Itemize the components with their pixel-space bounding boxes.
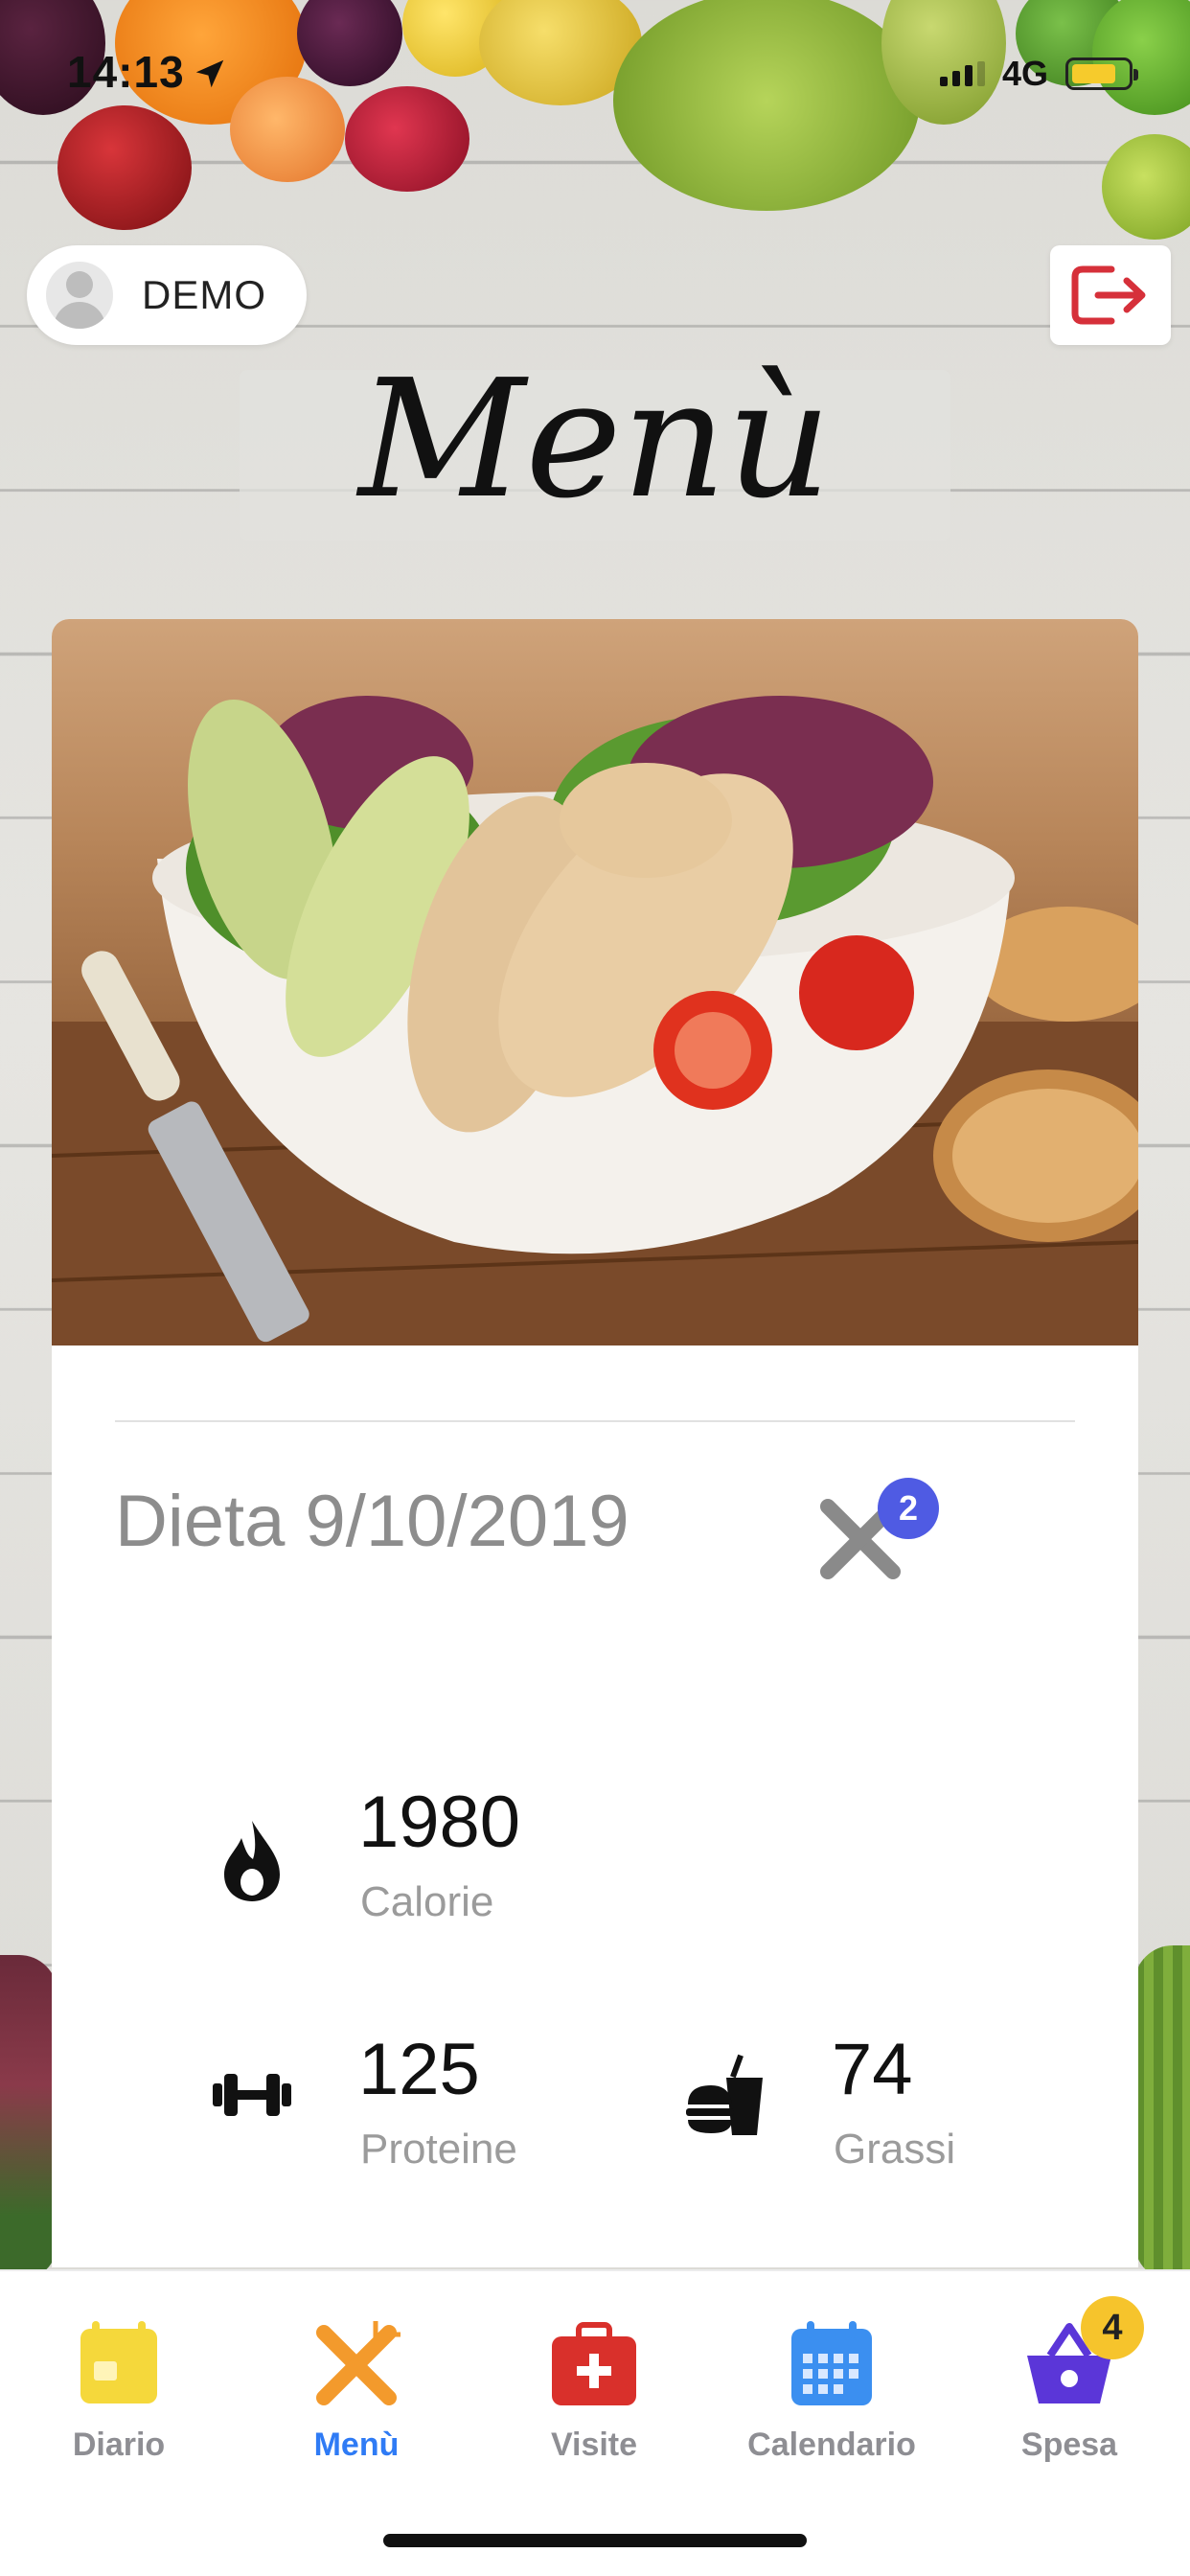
burger-icon: [686, 2054, 763, 2135]
diet-card[interactable]: Dieta 9/10/2019 2 1980 Calorie 125 Prote…: [52, 619, 1138, 2267]
basket-icon: 4: [1021, 2296, 1144, 2413]
calendar-icon: [784, 2317, 880, 2413]
logout-button[interactable]: [1050, 245, 1171, 345]
tab-spesa[interactable]: 4 Spesa: [973, 2296, 1165, 2480]
user-profile-button[interactable]: DEMO: [27, 245, 307, 345]
tab-diario[interactable]: Diario: [23, 2317, 215, 2480]
battery-icon: [1065, 58, 1138, 90]
meals-indicator[interactable]: 2: [814, 1478, 939, 1583]
vegetable-decoration-left: [0, 1955, 57, 2281]
proteins-label: Proteine: [360, 2126, 517, 2173]
cutlery-icon: [309, 2317, 404, 2413]
tab-label-visite: Visite: [550, 2426, 638, 2463]
dumbbell-icon: [213, 2074, 291, 2116]
medical-bag-icon: [546, 2317, 642, 2413]
status-bar: 14:13 4G: [0, 0, 1190, 144]
vegetable-decoration-right: [1134, 1945, 1190, 2281]
user-name: DEMO: [142, 272, 266, 317]
fats-label: Grassi: [834, 2126, 956, 2173]
cart-count-badge: 4: [1081, 2296, 1144, 2359]
fats-value: 74: [832, 2029, 913, 2110]
proteins-value: 125: [358, 2029, 480, 2110]
home-indicator: [383, 2534, 807, 2547]
food-photo: [52, 619, 1138, 1346]
card-divider: [115, 1420, 1075, 1422]
tab-label-diario: Diario: [72, 2426, 166, 2463]
tab-label-calendario: Calendario: [747, 2426, 916, 2463]
tab-calendario[interactable]: Calendario: [736, 2317, 927, 2480]
avatar: [46, 262, 113, 329]
logout-icon: [1071, 265, 1146, 325]
tab-menu[interactable]: Menù: [261, 2317, 452, 2480]
meals-count-badge: 2: [878, 1478, 939, 1539]
tab-bar: Diario Menù Visite Calendario 4 Spesa: [0, 2269, 1190, 2576]
signal-icon: [939, 61, 985, 86]
tab-label-menu: Menù: [313, 2426, 400, 2463]
tab-label-spesa: Spesa: [1020, 2426, 1118, 2463]
flame-icon: [224, 1821, 280, 1901]
location-arrow-icon: [195, 59, 224, 88]
page-title: Menù: [358, 345, 832, 535]
calories-label: Calorie: [360, 1878, 494, 1925]
calories-value: 1980: [358, 1782, 521, 1863]
diary-icon: [71, 2317, 167, 2413]
tab-visite[interactable]: Visite: [498, 2317, 690, 2480]
diet-title: Dieta 9/10/2019: [115, 1481, 629, 1562]
status-time: 14:13: [67, 47, 185, 97]
network-type: 4G: [1001, 54, 1048, 93]
